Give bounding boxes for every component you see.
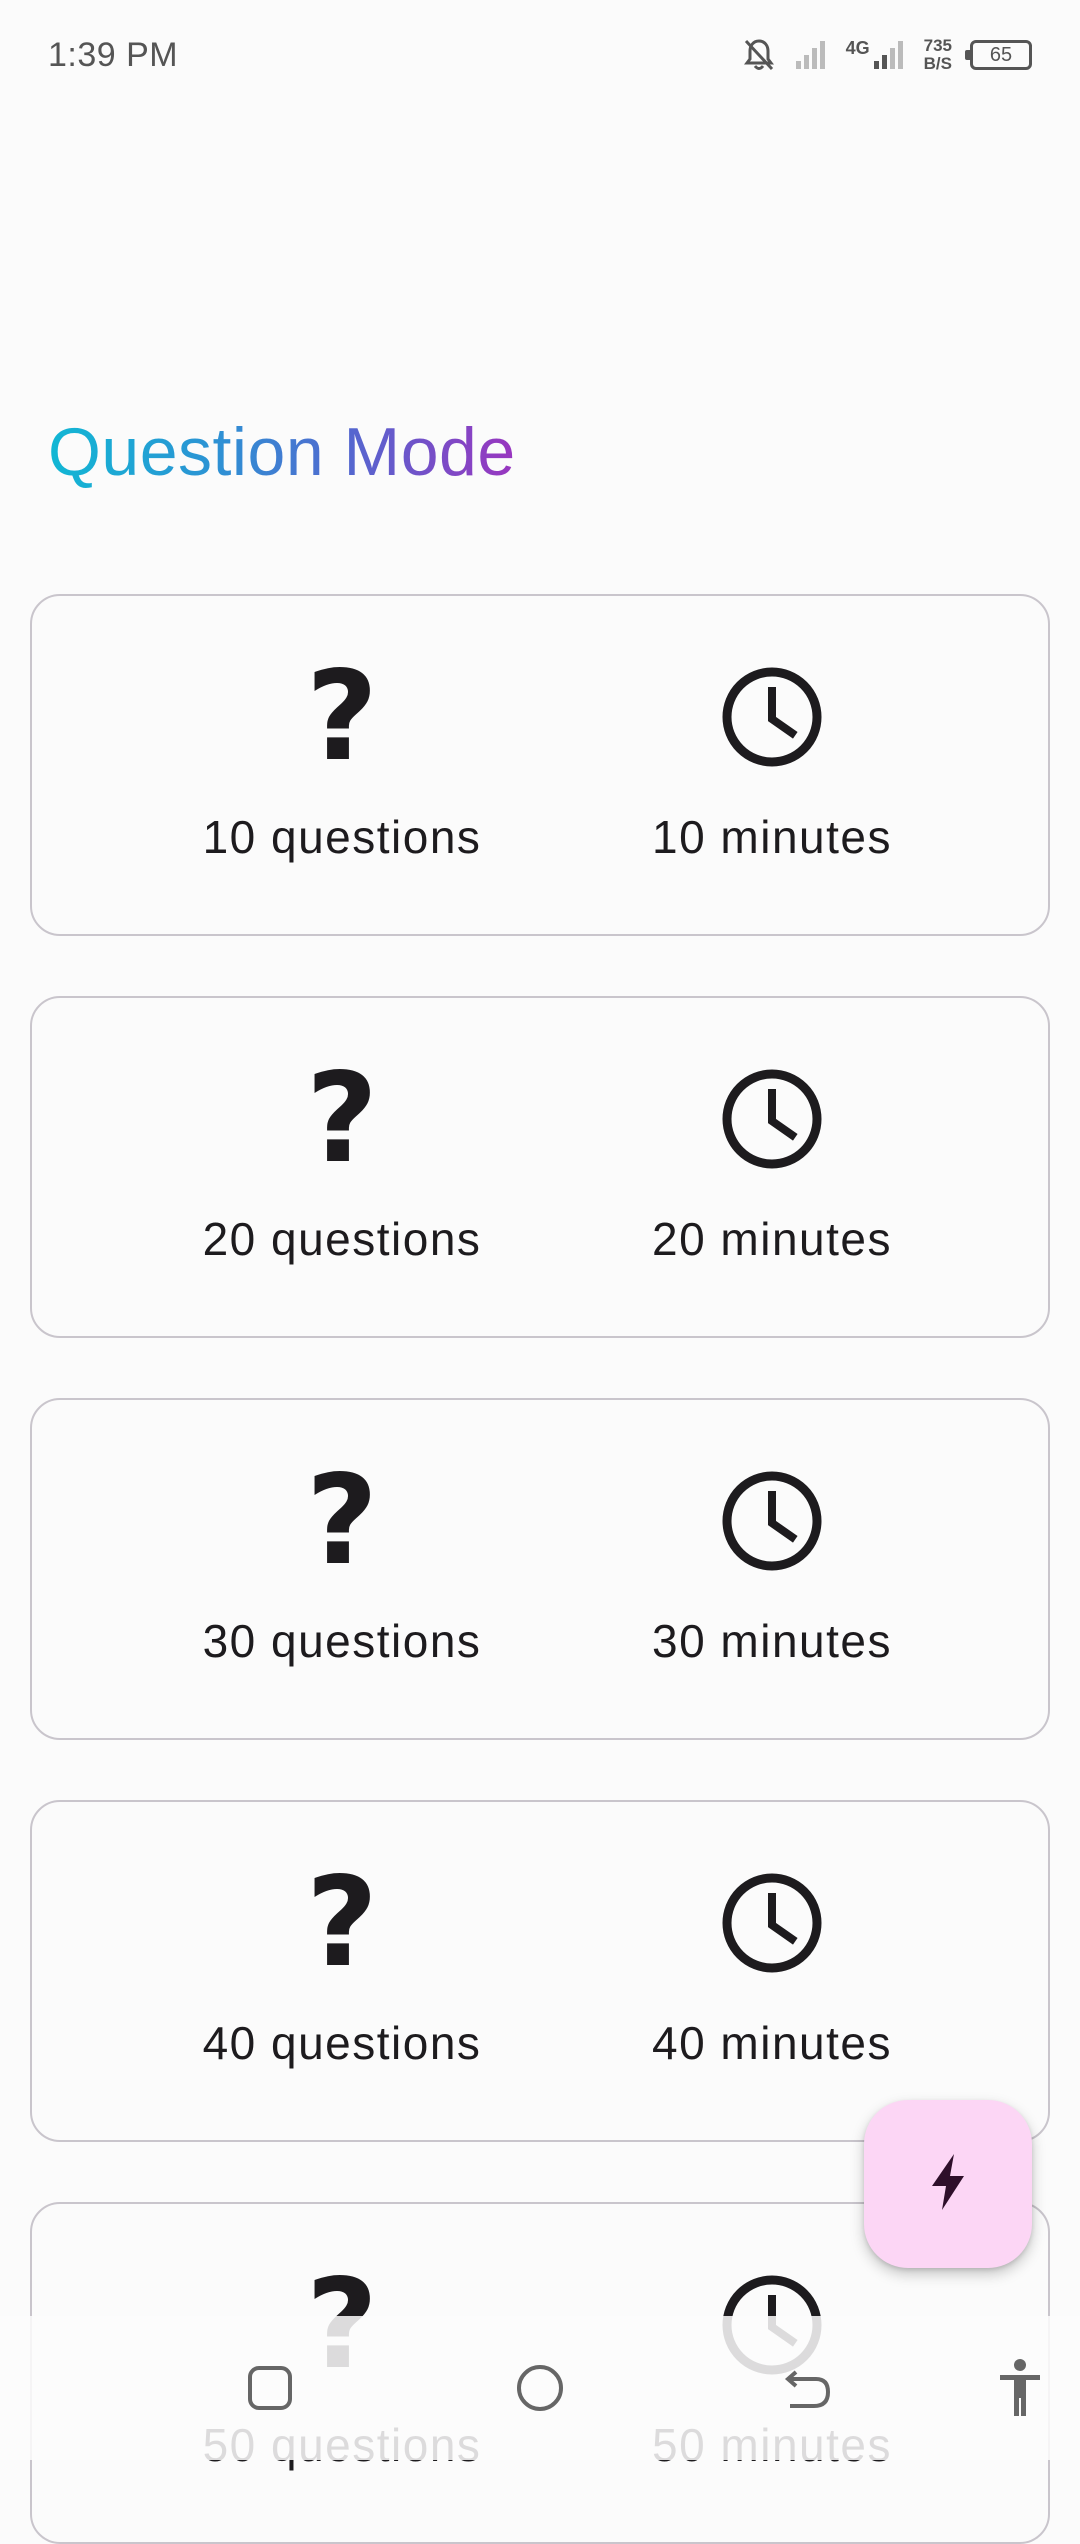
mute-notification-icon	[742, 37, 776, 73]
quick-start-fab[interactable]	[864, 2100, 1032, 2268]
question-mark-icon: ?	[306, 1449, 378, 1593]
page-title: Question Mode	[48, 414, 516, 490]
clock-icon	[717, 662, 827, 772]
minutes-label: 40 minutes	[651, 2017, 892, 2069]
accessibility-icon	[997, 2358, 1043, 2423]
question-mark-icon: ?	[306, 1851, 378, 1995]
nav-recents-button[interactable]	[240, 2360, 300, 2420]
signal-4g-icon: 4G	[846, 39, 906, 71]
clock-icon	[717, 1064, 827, 1174]
questions-column: ? 10 questions	[142, 596, 542, 934]
questions-label: 30 questions	[202, 1615, 482, 1667]
minutes-column: 20 minutes	[572, 998, 972, 1336]
circle-home-icon	[515, 2363, 565, 2418]
questions-column: ? 30 questions	[142, 1400, 542, 1738]
minutes-label: 10 minutes	[651, 811, 892, 863]
mode-card-20[interactable]: ? 20 questions 20 minutes	[30, 996, 1050, 1338]
minutes-label: 30 minutes	[651, 1615, 892, 1667]
status-bar: 1:39 PM 4G 735 B/S 65	[0, 0, 1080, 110]
minutes-column: 30 minutes	[572, 1400, 972, 1738]
signal-weak-icon	[794, 39, 828, 71]
questions-label: 40 questions	[202, 2017, 482, 2069]
questions-label: 10 questions	[202, 811, 482, 863]
square-recents-icon	[246, 2364, 294, 2417]
status-time: 1:39 PM	[48, 36, 179, 74]
lightning-bolt-icon	[928, 2152, 968, 2217]
battery-level: 65	[989, 43, 1013, 66]
nav-home-button[interactable]	[510, 2360, 570, 2420]
questions-column: ? 40 questions	[142, 1802, 542, 2140]
minutes-column: 10 minutes	[572, 596, 972, 934]
mode-card-40[interactable]: ? 40 questions 40 minutes	[30, 1800, 1050, 2142]
network-speed-value: 735	[923, 36, 952, 55]
question-mark-icon: ?	[306, 1047, 378, 1191]
nav-back-button[interactable]	[778, 2360, 838, 2420]
network-speed-unit: B/S	[923, 54, 952, 73]
back-arrow-icon	[782, 2364, 834, 2417]
mode-card-30[interactable]: ? 30 questions 30 minutes	[30, 1398, 1050, 1740]
system-navigation-bar	[0, 2316, 1080, 2460]
mode-card-10[interactable]: ? 10 questions 10 minutes	[30, 594, 1050, 936]
network-speed: 735 B/S	[924, 37, 952, 73]
network-type: 4G	[845, 38, 870, 58]
clock-icon	[717, 1868, 827, 1978]
nav-accessibility-button[interactable]	[990, 2358, 1050, 2423]
clock-icon	[717, 1466, 827, 1576]
minutes-column: 40 minutes	[572, 1802, 972, 2140]
status-icons: 4G 735 B/S 65	[742, 30, 1032, 80]
minutes-label: 20 minutes	[651, 1213, 892, 1265]
questions-column: ? 20 questions	[142, 998, 542, 1336]
questions-label: 20 questions	[202, 1213, 482, 1265]
question-mark-icon: ?	[306, 645, 378, 789]
battery-icon: 65	[965, 40, 1032, 70]
